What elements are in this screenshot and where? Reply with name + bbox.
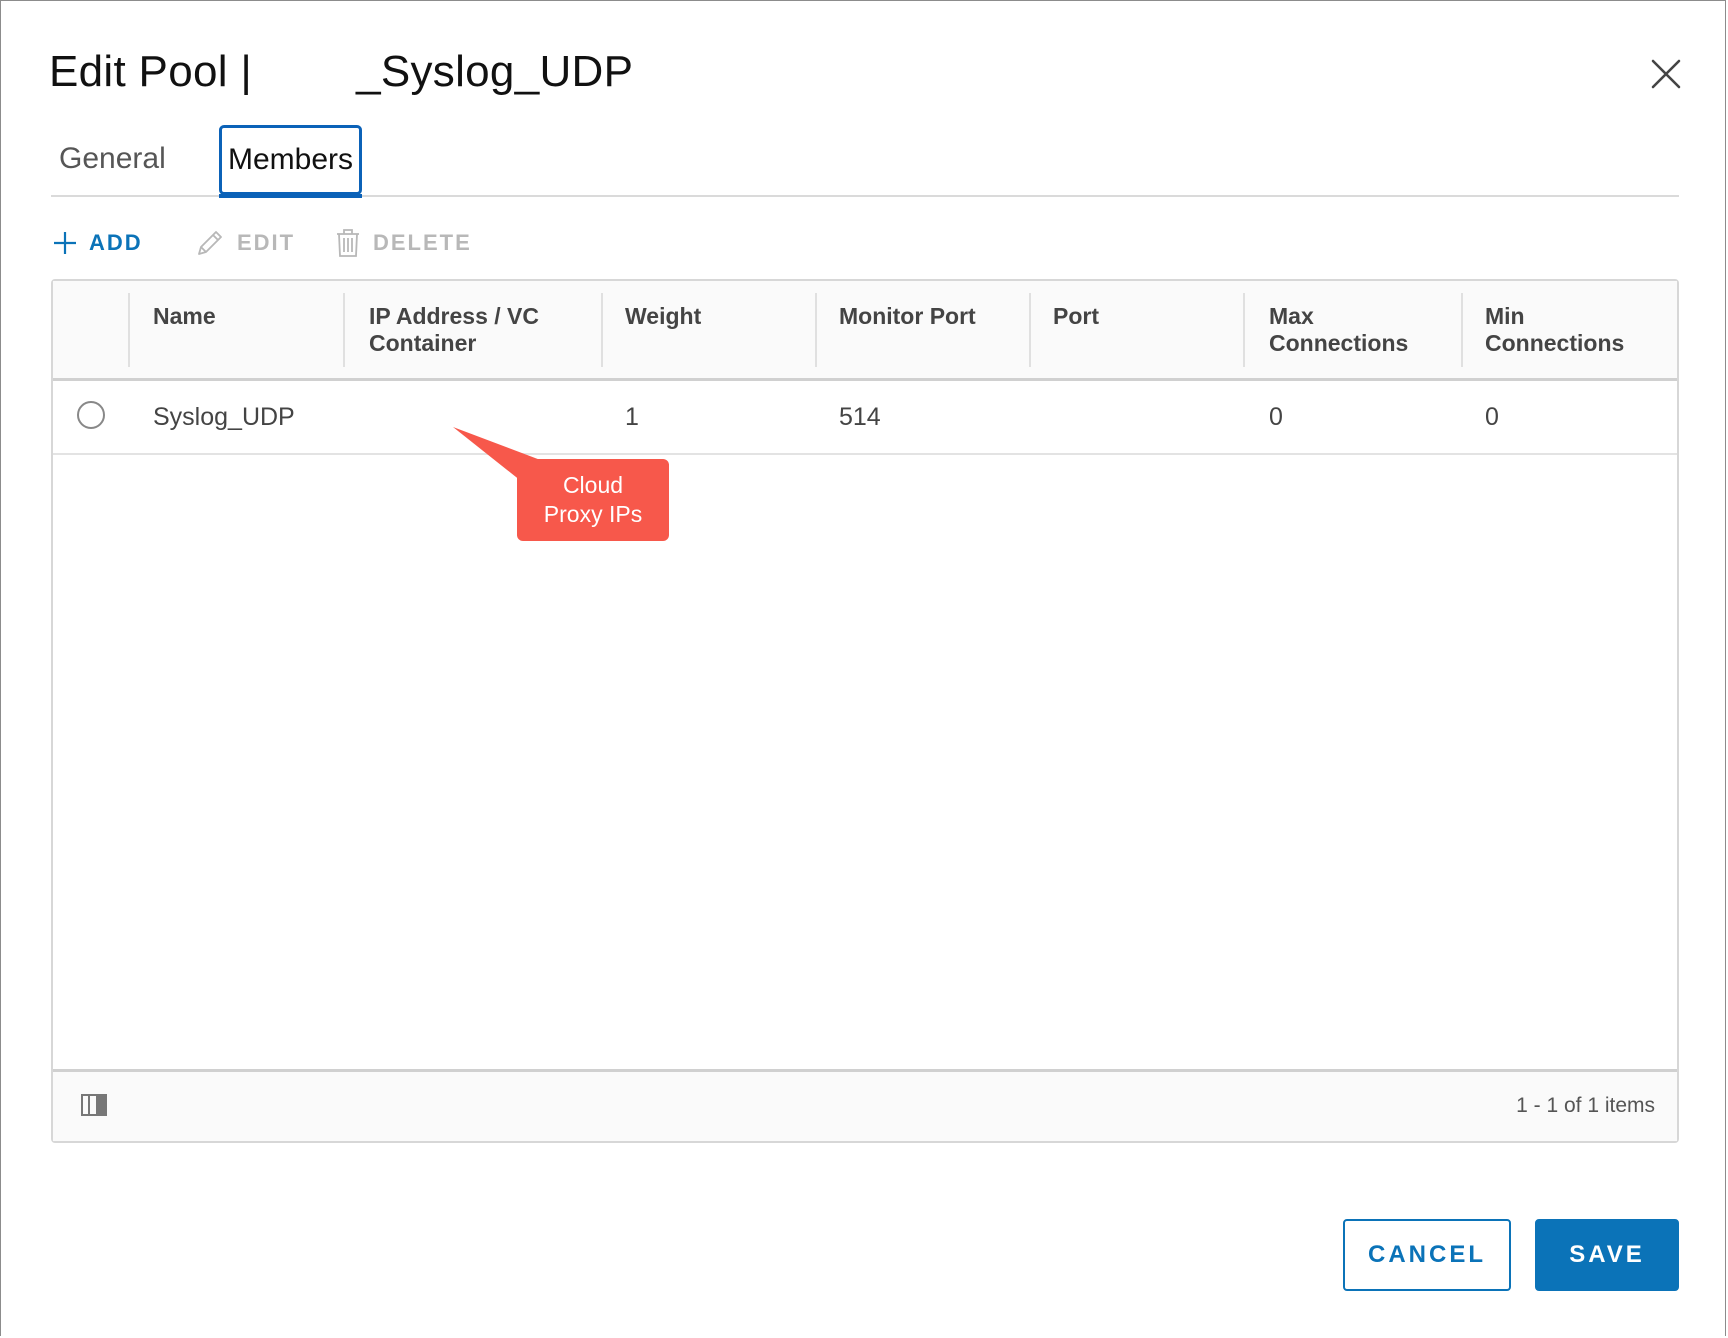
- column-header-min-connections[interactable]: Min Connections: [1485, 303, 1624, 357]
- column-header-max-connections[interactable]: Max Connections: [1269, 303, 1408, 357]
- table-header: Name IP Address / VC Container Weight Mo…: [53, 281, 1677, 381]
- trash-icon: [337, 229, 359, 257]
- column-header-label: IP Address / VC: [369, 303, 540, 329]
- column-header-port[interactable]: Port: [1053, 303, 1099, 330]
- tab-members[interactable]: Members: [219, 125, 363, 198]
- column-separator[interactable]: [128, 293, 130, 367]
- delete-label: DELETE: [373, 230, 472, 255]
- cell-weight: 1: [625, 403, 639, 431]
- column-header-label: Port: [1053, 303, 1099, 329]
- annotation-callout: Cloud Proxy IPs: [517, 459, 669, 541]
- column-separator[interactable]: [1461, 293, 1463, 367]
- edit-pool-dialog: Edit Pool | _Syslog_UDP General Members A…: [0, 0, 1726, 1336]
- callout-line: Proxy IPs: [543, 501, 643, 527]
- add-button[interactable]: ADD: [53, 223, 143, 263]
- column-header-label: Weight: [625, 303, 702, 329]
- cell-name: Syslog_UDP: [153, 403, 295, 431]
- column-header-label: Name: [153, 303, 216, 329]
- column-header-name[interactable]: Name: [153, 303, 216, 330]
- column-header-label: Min: [1485, 303, 1525, 329]
- close-icon[interactable]: [1649, 57, 1683, 91]
- column-header-label: Connections: [1485, 330, 1625, 356]
- save-button[interactable]: SAVE: [1535, 1219, 1679, 1291]
- row-select-radio[interactable]: [77, 401, 105, 429]
- table-footer: 1 - 1 of 1 items: [53, 1069, 1677, 1141]
- column-separator[interactable]: [343, 293, 345, 367]
- tab-general[interactable]: General: [59, 125, 166, 193]
- edit-button[interactable]: EDIT: [195, 223, 295, 263]
- column-header-weight[interactable]: Weight: [625, 303, 701, 330]
- plus-icon: [54, 232, 76, 254]
- add-label: ADD: [89, 230, 143, 255]
- column-separator[interactable]: [1243, 293, 1245, 367]
- dialog-title-prefix: Edit Pool |: [49, 47, 253, 96]
- column-toggle-icon[interactable]: [81, 1094, 107, 1121]
- cell-monitor-port: 514: [839, 403, 881, 431]
- dialog-title-suffix: _Syslog_UDP: [356, 47, 634, 96]
- cell-min-connections: 0: [1485, 403, 1499, 431]
- column-header-label: Max: [1269, 303, 1314, 329]
- column-header-label: Monitor Port: [839, 303, 976, 329]
- column-separator[interactable]: [601, 293, 603, 367]
- tab-bar: General Members: [51, 125, 1679, 198]
- edit-label: EDIT: [237, 230, 296, 255]
- cell-max-connections: 0: [1269, 403, 1283, 431]
- column-header-label: Container: [369, 330, 477, 356]
- dialog-title: Edit Pool | _Syslog_UDP: [49, 47, 633, 97]
- delete-button[interactable]: DELETE: [335, 223, 472, 263]
- cancel-button[interactable]: CANCEL: [1343, 1219, 1511, 1291]
- column-header-monitor-port[interactable]: Monitor Port: [839, 303, 976, 330]
- table-row[interactable]: Syslog_UDP 1 514 0 0: [53, 381, 1677, 455]
- members-datagrid: Name IP Address / VC Container Weight Mo…: [51, 279, 1679, 1143]
- column-separator[interactable]: [1029, 293, 1031, 367]
- column-separator[interactable]: [815, 293, 817, 367]
- column-header-label: Connections: [1269, 330, 1409, 356]
- callout-line: Cloud: [562, 472, 624, 498]
- pencil-icon: [198, 231, 222, 255]
- pagination-summary: 1 - 1 of 1 items: [1516, 1094, 1655, 1117]
- column-header-ip-address[interactable]: IP Address / VC Container: [369, 303, 539, 357]
